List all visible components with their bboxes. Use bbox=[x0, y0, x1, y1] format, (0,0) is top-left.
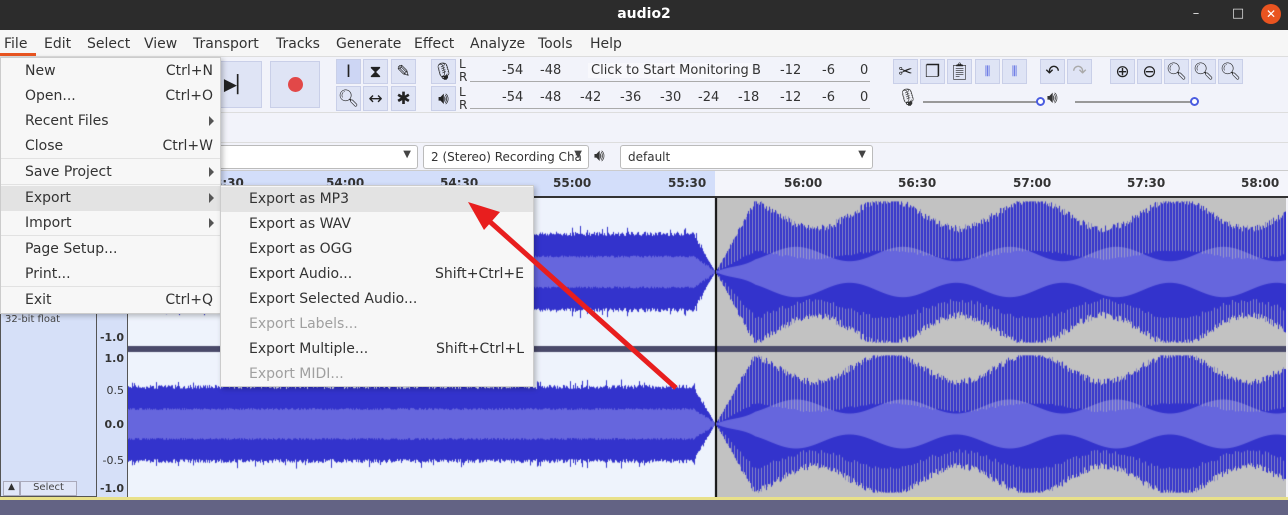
arrow-shaft bbox=[486, 218, 678, 390]
annotation-arrow bbox=[468, 202, 678, 390]
